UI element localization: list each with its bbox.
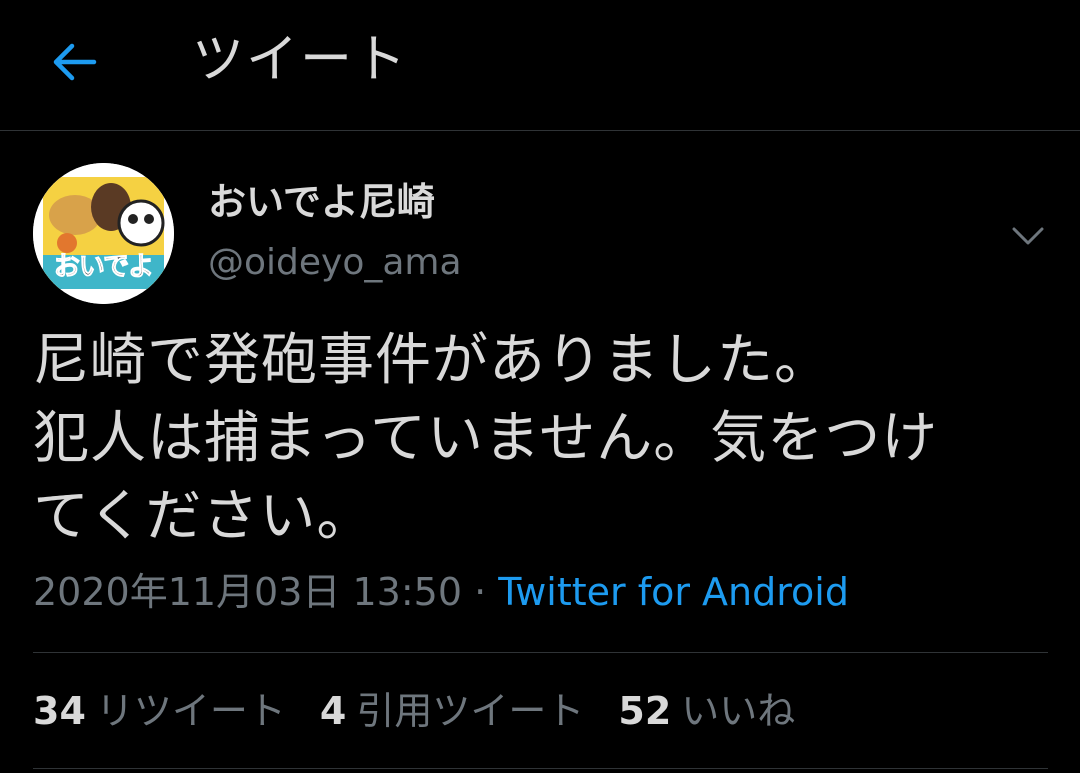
top-app-bar: ツイート [0, 0, 1080, 131]
quotes-stat[interactable]: 4 引用ツイート [320, 686, 584, 736]
divider [33, 652, 1048, 653]
chevron-down-icon [1012, 227, 1044, 245]
retweets-count: 34 [33, 689, 86, 733]
tweet-text: 尼崎で発砲事件がありました。 犯人は捕まっていません。気をつけ てください。 [33, 328, 939, 549]
author-display-name[interactable]: おいでよ尼崎 [208, 178, 435, 226]
quotes-label: 引用ツイート [356, 689, 585, 733]
tweet-timestamp[interactable]: 2020年11月03日 13:50 [33, 570, 462, 614]
avatar[interactable]: おいでよ [33, 163, 174, 304]
retweets-label: リツイート [95, 689, 286, 733]
page-title: ツイート [192, 30, 409, 90]
tweet-source-link[interactable]: Twitter for Android [498, 570, 849, 614]
author-handle[interactable]: @oideyo_ama [208, 240, 462, 286]
engagement-stats: 34 リツイート 4 引用ツイート 52 いいね [33, 686, 795, 736]
arrow-left-icon [53, 43, 97, 81]
tweet-meta: 2020年11月03日 13:50 · Twitter for Android [33, 568, 849, 616]
quotes-count: 4 [319, 689, 347, 733]
meta-separator: · [462, 570, 499, 614]
likes-stat[interactable]: 52 いいね [618, 686, 795, 736]
retweets-stat[interactable]: 34 リツイート [33, 686, 286, 736]
tweet-detail-page: ツイート おいでよ おいでよ尼崎 @oideyo_ama 尼崎で発砲事件がありま… [0, 0, 1080, 773]
likes-label: いいね [681, 689, 796, 733]
back-button[interactable] [44, 34, 104, 90]
more-options-button[interactable] [1006, 214, 1050, 258]
likes-count: 52 [618, 689, 672, 733]
avatar-logo-text: おいでよ [53, 252, 154, 283]
divider [33, 768, 1048, 769]
